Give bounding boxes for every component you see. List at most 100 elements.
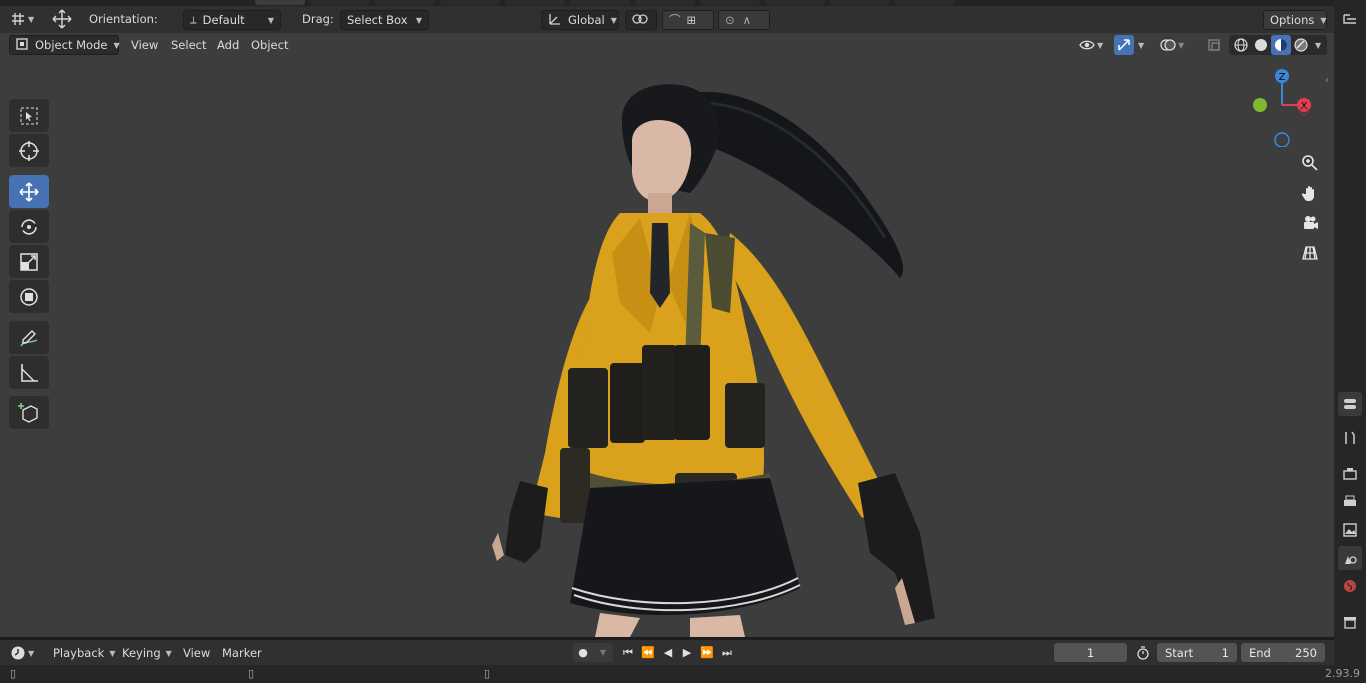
shading-mode-group: ▼ [1229,35,1328,55]
orientation-dropdown[interactable]: ⟂ Default ▼ [183,10,281,30]
options-dropdown[interactable]: Options ▼ [1263,10,1327,30]
menu-playback[interactable]: Playback ▼ [47,643,121,663]
mode-dropdown[interactable]: Object Mode ▼ [9,35,120,55]
jump-start-icon[interactable]: ⏮ [618,643,638,662]
transform-axes-icon [548,12,562,29]
gizmo-negative-z[interactable] [1274,132,1290,147]
chevron-down-icon: ▼ [267,15,274,25]
render-camera-icon[interactable] [1338,462,1362,486]
transform-orientation-dropdown[interactable]: Global ▼ [541,10,619,30]
transform-tool[interactable] [9,280,49,313]
ruler-icon [21,363,38,382]
chevron-down-icon: ▼ [109,648,116,658]
menu-keying[interactable]: Keying ▼ [116,643,178,663]
mouse-right-icon: ▯ [484,667,491,680]
transform-icon [20,287,38,306]
scale-icon [20,252,38,271]
eye-icon [1077,35,1097,55]
options-label: Options [1270,13,1315,27]
solid-icon[interactable] [1251,35,1271,55]
measure-tool[interactable] [9,356,49,389]
gizmo-y-axis[interactable] [1253,98,1267,112]
scale-tool[interactable] [9,245,49,278]
wireframe-icon[interactable] [1231,35,1251,55]
grid-perspective-icon[interactable] [1297,240,1323,266]
tool-properties-icon[interactable] [1338,392,1362,416]
drag-label: Drag: [302,12,334,26]
wrench-screwdriver-icon[interactable] [1338,426,1362,450]
chevron-down-icon: ▼ [1320,15,1327,25]
auto-key-dropdown[interactable]: ▼ [593,643,613,662]
end-frame-field[interactable]: End 250 [1241,643,1325,662]
tool-settings-header: ▼ Orientation: ⟂ Default ▼ Drag: Select … [0,6,1334,33]
3d-viewport[interactable]: Z X ‹ ✎ ✎ ✎ [0,33,1334,637]
play-icon[interactable]: ▶ [677,643,697,662]
prev-keyframe-icon[interactable]: ⏪ [638,643,658,662]
hand-pan-icon[interactable] [1297,180,1323,206]
outliner-icon[interactable] [1338,8,1362,32]
menu-marker[interactable]: Marker [216,643,268,663]
zoom-icon[interactable] [1297,150,1323,176]
orientation-value: Default [202,13,245,27]
snap-dropdown[interactable]: ⌒ ⊞ [662,10,714,30]
start-frame-field[interactable]: Start 1 [1157,643,1237,662]
end-value: 250 [1295,645,1317,660]
end-label: End [1249,645,1271,660]
proportional-edit-dropdown[interactable]: ⊙ ∧ [718,10,770,30]
sidebar-toggle-icon[interactable]: ‹ [1325,75,1329,86]
gizmo-arrows-icon [1114,35,1134,55]
xray-toggle[interactable] [1204,35,1224,55]
rotate-icon [21,218,37,235]
menu-select[interactable]: Select [165,35,212,55]
chevron-down-icon[interactable]: ▼ [1311,41,1325,50]
visibility-dropdown[interactable]: ▼ [1077,35,1103,55]
material-preview-icon[interactable] [1271,35,1291,55]
menu-add[interactable]: Add [211,35,245,55]
gizmo-z-label: Z [1279,72,1286,83]
menu-view[interactable]: View [125,35,164,55]
view-layer-image-icon[interactable] [1338,518,1362,542]
move-icon [19,181,39,202]
editor-type-icon [8,9,28,29]
current-frame-field[interactable]: 1 [1054,643,1127,662]
object-mode-icon [16,37,28,53]
pivot-point-dropdown[interactable] [625,10,657,30]
menu-timeline-view[interactable]: View [177,643,216,663]
play-reverse-icon[interactable]: ◀ [658,643,678,662]
world-globe-icon[interactable] [1338,574,1362,598]
select-box-tool[interactable] [9,99,49,132]
move-arrows-icon[interactable] [50,9,74,29]
stopwatch-icon[interactable] [1133,643,1153,662]
annotate-tool[interactable] [9,321,49,354]
rotate-tool[interactable] [9,210,49,243]
drag-dropdown[interactable]: Select Box ▼ [340,10,429,30]
timeline-editor-type[interactable]: ▼ [8,643,34,663]
camera-icon[interactable] [1297,210,1323,236]
chevron-down-icon: ▼ [610,15,617,25]
editor-type-button[interactable]: ▼ [8,9,34,29]
record-keyframe-button[interactable]: ● [573,643,593,662]
menu-object[interactable]: Object [245,35,294,55]
output-printer-icon[interactable] [1338,490,1362,514]
navigation-gizmo[interactable]: Z X [1246,67,1316,147]
mouse-middle-icon: ▯ [248,667,255,680]
add-cube-icon [18,402,38,423]
record-dot-icon: ● [578,646,588,659]
move-tool[interactable] [9,175,49,208]
character-model [492,84,935,637]
version-label: 2.93.9 [1325,667,1360,680]
select-box-icon [20,107,38,124]
overlays-dropdown[interactable]: ▼ [1158,35,1184,55]
properties-tab-strip [1334,0,1366,683]
collection-box-icon[interactable] [1338,610,1362,634]
gizmo-toggle[interactable]: ▼ [1114,35,1144,55]
cursor-tool[interactable] [9,134,49,167]
jump-end-icon[interactable]: ⏭ [717,643,737,662]
playback-label: Playback [53,646,105,660]
scene-icon[interactable] [1338,546,1362,570]
next-keyframe-icon[interactable]: ⏩ [697,643,717,662]
proportional-edit-icon: ⊙ [725,13,735,27]
mouse-left-icon: ▯ [10,667,17,680]
add-cube-tool[interactable] [9,396,49,429]
rendered-icon[interactable] [1291,35,1311,55]
